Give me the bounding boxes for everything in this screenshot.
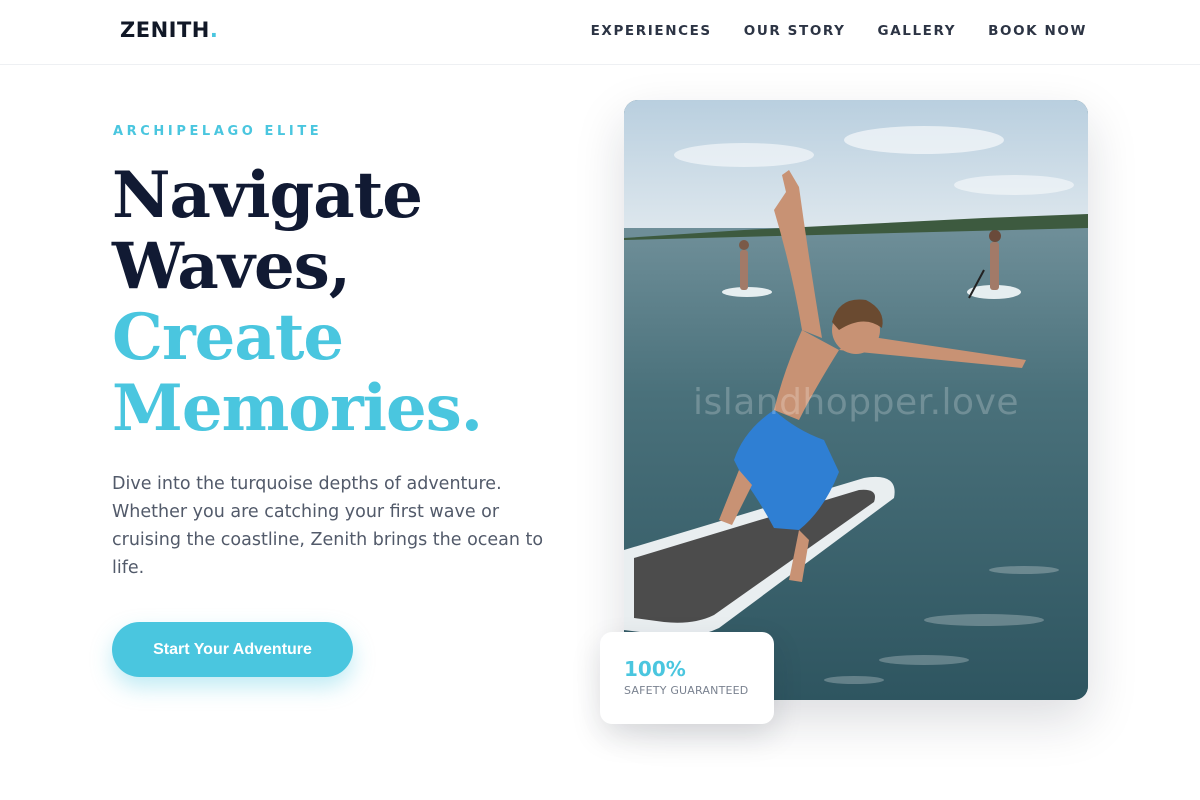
headline-line-3: Create (112, 300, 344, 375)
headline-line-1: Navigate (112, 158, 423, 233)
stat-label: SAFETY GUARANTEED (624, 684, 749, 697)
image-watermark: islandhopper.love (692, 382, 1020, 423)
hero-eyebrow: ARCHIPELAGO ELITE (113, 124, 323, 139)
headline-line-4: Memories. (112, 371, 483, 446)
nav-link-book-now[interactable]: BOOK NOW (988, 23, 1087, 39)
hero-description: Dive into the turquoise depths of advent… (112, 474, 544, 578)
hero-photo: islandhopper.love (624, 100, 1088, 700)
start-adventure-button[interactable]: Start Your Adventure (112, 622, 353, 677)
stat-value: 100% (624, 657, 686, 681)
nav-link-our-story[interactable]: OUR STORY (744, 23, 846, 39)
headline-line-2: Waves, (112, 229, 351, 304)
site-header: ZENITH. EXPERIENCES OUR STORY GALLERY BO… (0, 0, 1200, 65)
hero-headline: Navigate Waves, Create Memories. (112, 158, 483, 446)
logo-dot: . (209, 18, 219, 42)
nav-link-gallery[interactable]: GALLERY (878, 23, 957, 39)
brand-logo[interactable]: ZENITH. (120, 18, 218, 42)
nav-link-experiences[interactable]: EXPERIENCES (591, 23, 712, 39)
logo-text: ZENITH (120, 18, 210, 42)
safety-stat-card: 100% SAFETY GUARANTEED (600, 632, 774, 724)
main-nav: EXPERIENCES OUR STORY GALLERY BOOK NOW (591, 23, 1087, 39)
